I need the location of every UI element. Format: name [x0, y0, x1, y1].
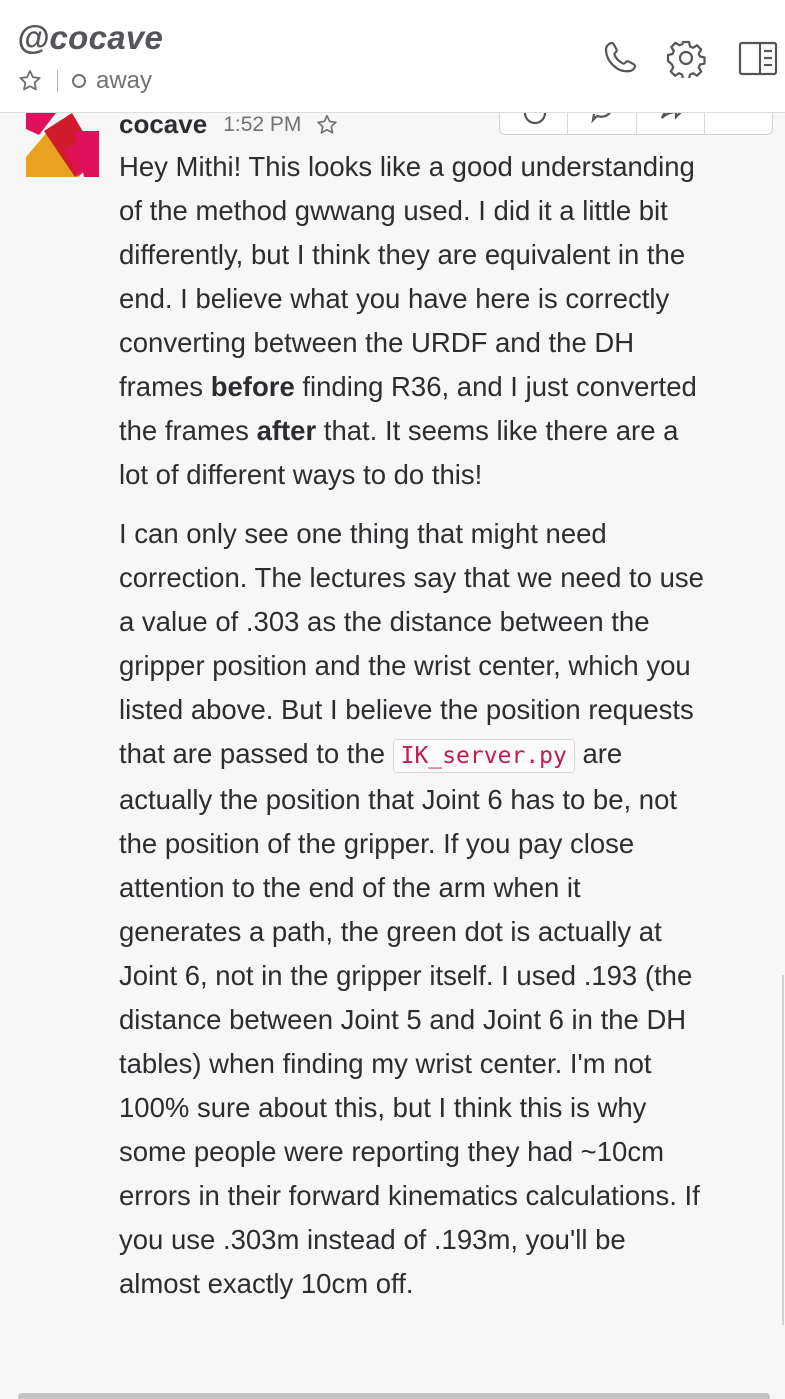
- message: cocave 1:52 PM Hey Mithi! This looks lik…: [119, 113, 719, 1306]
- meta-divider: [57, 70, 58, 92]
- message-header: cocave 1:52 PM: [119, 113, 719, 140]
- message-text: Hey Mithi! This looks like a good unders…: [119, 151, 695, 402]
- channel-meta: away: [17, 66, 152, 96]
- inline-code: IK_server.py: [392, 739, 575, 773]
- message-text: are actually the position that Joint 6 h…: [119, 738, 700, 1299]
- scrollbar[interactable]: [782, 975, 784, 1325]
- phone-icon[interactable]: [601, 38, 641, 78]
- presence-icon: [72, 74, 86, 88]
- sender-name[interactable]: cocave: [119, 113, 207, 140]
- presence-status: away: [96, 67, 153, 94]
- message-paragraph: I can only see one thing that might need…: [119, 512, 709, 1306]
- gear-icon[interactable]: [666, 38, 706, 78]
- channel-header: @cocave away: [0, 0, 785, 113]
- user-avatar[interactable]: [26, 113, 99, 177]
- message-text: I can only see one thing that might need…: [119, 518, 704, 769]
- star-outline-icon[interactable]: [315, 113, 339, 137]
- bold-text: before: [210, 371, 295, 402]
- bold-text: after: [256, 415, 317, 446]
- channel-title[interactable]: @cocave: [17, 18, 163, 58]
- message-timestamp[interactable]: 1:52 PM: [223, 113, 301, 137]
- star-outline-icon[interactable]: [17, 68, 43, 94]
- horizontal-scrollbar[interactable]: [18, 1393, 770, 1399]
- message-paragraph: Hey Mithi! This looks like a good unders…: [119, 145, 709, 497]
- sidebar-toggle-icon[interactable]: [738, 38, 778, 78]
- message-pane: cocave 1:52 PM Hey Mithi! This looks lik…: [0, 113, 785, 1399]
